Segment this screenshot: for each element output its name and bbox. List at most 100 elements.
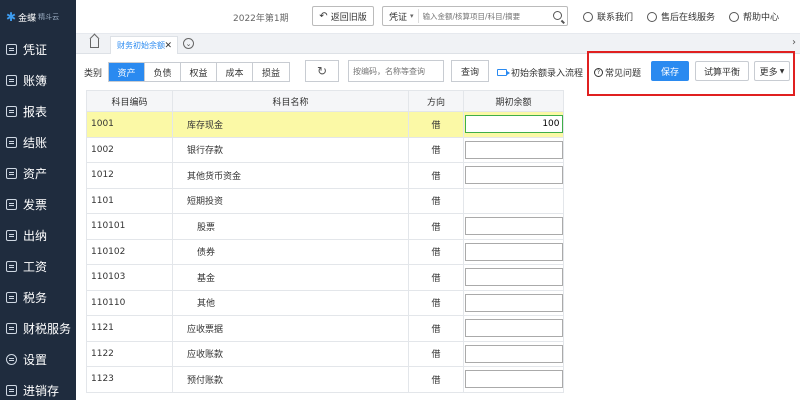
sidebar-item-label: 工资 xyxy=(23,260,48,274)
table-row[interactable]: 1122 应收账款借 xyxy=(86,341,564,367)
column-header: 方向 xyxy=(409,91,464,111)
account-code: 110102 xyxy=(86,239,173,264)
search-type-select[interactable]: 凭证 ▾ xyxy=(383,9,419,23)
opening-balance-input[interactable] xyxy=(464,370,563,389)
table-row[interactable]: 110103 基金借 xyxy=(86,265,564,291)
category-tab[interactable]: 权益 xyxy=(181,63,217,81)
video-icon xyxy=(497,69,510,76)
table-row[interactable]: 110101 股票借 xyxy=(86,214,564,240)
sidebar-item-label: 凭证 xyxy=(23,43,48,57)
annotation-highlight-box xyxy=(587,51,795,96)
balance-cell xyxy=(464,290,564,315)
sidebar-item-voucher[interactable]: 凭证 xyxy=(0,34,76,65)
category-tab[interactable]: 资产 xyxy=(109,63,145,81)
table-row[interactable]: 1012 其他货币资金借 xyxy=(86,163,564,189)
account-name: 库存现金 xyxy=(173,112,409,137)
table-row[interactable]: 1001 库存现金借 xyxy=(86,112,564,138)
global-search: 凭证 ▾ xyxy=(382,6,568,26)
back-old-version-label: 返回旧版 xyxy=(330,12,367,23)
account-code: 1122 xyxy=(86,341,173,366)
home-icon[interactable] xyxy=(90,39,99,48)
period-label: 2022年第1期 xyxy=(233,14,289,24)
category-tab[interactable]: 成本 xyxy=(217,63,253,81)
account-code: 1001 xyxy=(86,112,173,137)
direction: 借 xyxy=(409,112,464,137)
opening-balance-input[interactable] xyxy=(464,344,563,363)
sidebar-item-label: 进销存 xyxy=(23,384,60,398)
contact-icon xyxy=(583,11,593,22)
tax-service-icon xyxy=(6,323,17,334)
search-icon[interactable] xyxy=(553,11,562,20)
balance-cell xyxy=(464,367,564,392)
column-header: 期初余额 xyxy=(464,91,564,111)
direction: 借 xyxy=(409,341,464,366)
opening-balance-input[interactable] xyxy=(464,268,563,287)
online-service-link[interactable]: 售后在线服务 xyxy=(647,10,715,23)
logo[interactable]: ✱ 金蝶 精斗云 xyxy=(0,0,76,34)
report-icon xyxy=(6,106,17,117)
table-row[interactable]: 1101 短期投资借 xyxy=(86,188,564,214)
table-row[interactable]: 1121 应收票据借 xyxy=(86,316,564,342)
direction: 借 xyxy=(409,367,464,392)
cashier-icon xyxy=(6,230,17,241)
account-code: 1123 xyxy=(86,367,173,392)
sidebar-item-label: 资产 xyxy=(23,167,48,181)
logo-brand: 金蝶 xyxy=(18,13,37,24)
tab-list-chevron-icon[interactable]: ⌄ xyxy=(183,38,194,49)
chevron-down-icon: ▾ xyxy=(410,12,414,20)
balance-cell xyxy=(464,214,564,239)
sidebar-item-tax-service[interactable]: 财税服务 xyxy=(0,313,76,344)
sidebar-item-label: 发票 xyxy=(23,198,48,212)
opening-balance-input[interactable] xyxy=(464,242,563,261)
sidebar-item-close-account[interactable]: 结账 xyxy=(0,127,76,158)
code-search-input[interactable] xyxy=(348,60,444,82)
back-old-version-button[interactable]: ↶ 返回旧版 xyxy=(312,6,374,26)
table-header-row: 科目编码 科目名称 方向 期初余额 xyxy=(86,90,564,112)
account-name: 应收账款 xyxy=(173,341,409,366)
opening-balance-input[interactable] xyxy=(464,115,563,134)
balance-cell xyxy=(464,265,564,290)
table-row[interactable]: 110110 其他借 xyxy=(86,290,564,316)
tab-scroll-right-icon[interactable]: › xyxy=(792,37,796,48)
help-center-link[interactable]: 帮助中心 xyxy=(729,10,779,23)
opening-balance-input[interactable] xyxy=(464,217,563,236)
sidebar-item-ledger[interactable]: 账簿 xyxy=(0,65,76,96)
sidebar-item-label: 结账 xyxy=(23,136,48,150)
sidebar-item-inventory[interactable]: 进销存 xyxy=(0,375,76,400)
category-tab[interactable]: 负债 xyxy=(145,63,181,81)
table-row[interactable]: 1123 预付账款借 xyxy=(86,367,564,393)
sidebar-item-settings[interactable]: 设置 xyxy=(0,344,76,375)
sidebar-item-label: 出纳 xyxy=(23,229,48,243)
sidebar-item-invoice[interactable]: 发票 xyxy=(0,189,76,220)
direction: 借 xyxy=(409,188,464,213)
logo-mark-icon: ✱ xyxy=(6,10,17,24)
opening-balance-input[interactable] xyxy=(464,166,563,185)
sidebar-item-label: 账簿 xyxy=(23,74,48,88)
back-arrow-icon: ↶ xyxy=(319,10,328,22)
sidebar-item-report[interactable]: 报表 xyxy=(0,96,76,127)
balance-cell xyxy=(464,188,564,213)
search-input[interactable] xyxy=(418,11,544,21)
balance-cell xyxy=(464,137,564,162)
query-button[interactable]: 查询 xyxy=(451,60,489,82)
category-tab[interactable]: 损益 xyxy=(253,63,289,81)
table-row[interactable]: 110102 债券借 xyxy=(86,239,564,265)
close-icon[interactable]: ✕ xyxy=(164,41,172,51)
sidebar-item-salary[interactable]: 工资 xyxy=(0,251,76,282)
account-code: 110103 xyxy=(86,265,173,290)
sidebar-item-tax[interactable]: 税务 xyxy=(0,282,76,313)
tab-initial-balance[interactable]: 财务初始余额 ✕ xyxy=(110,36,178,54)
account-code: 1121 xyxy=(86,316,173,341)
sidebar-item-cashier[interactable]: 出纳 xyxy=(0,220,76,251)
opening-balance-input[interactable] xyxy=(464,319,563,338)
asset-icon xyxy=(6,168,17,179)
contact-us-link[interactable]: 联系我们 xyxy=(583,10,633,23)
refresh-button[interactable]: ↻ xyxy=(305,60,339,82)
help-center-label: 帮助中心 xyxy=(743,13,780,23)
sidebar-item-asset[interactable]: 资产 xyxy=(0,158,76,189)
opening-balance-input[interactable] xyxy=(464,140,563,159)
balance-table: 科目编码科目名称方向期初余额1001库存现金借1002银行存款借1012其他货币… xyxy=(86,90,564,393)
table-row[interactable]: 1002 银行存款借 xyxy=(86,137,564,163)
opening-balance-input[interactable] xyxy=(464,293,563,312)
entry-flow-link[interactable]: 初始余额录入流程 xyxy=(497,66,583,79)
